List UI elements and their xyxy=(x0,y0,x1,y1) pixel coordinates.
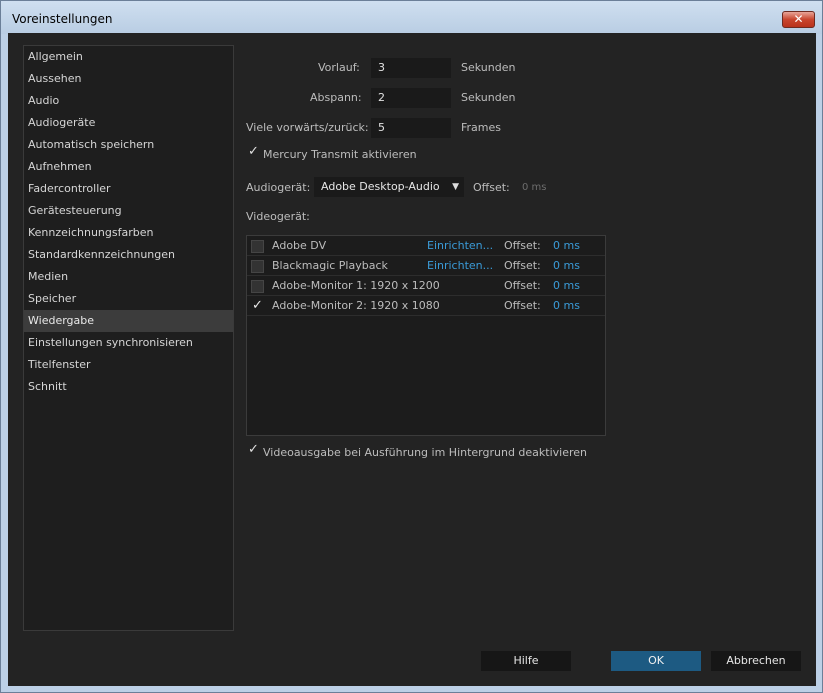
sidebar-item-fadercontroller[interactable]: Fadercontroller xyxy=(24,178,233,200)
sidebar-item-titelfenster[interactable]: Titelfenster xyxy=(24,354,233,376)
background-disable-label: Videoausgabe bei Ausführung im Hintergru… xyxy=(263,446,588,459)
preroll-unit: Sekunden xyxy=(461,61,516,74)
audio-device-label: Audiogerät: xyxy=(246,181,311,194)
video-device-list: Adobe DV Einrichten... Offset: 0 ms Blac… xyxy=(246,235,606,436)
postroll-unit: Sekunden xyxy=(461,91,516,104)
video-device-name: Adobe-Monitor 2: 1920 x 1080 xyxy=(272,299,440,312)
sidebar-item-kennzeichnungsfarben[interactable]: Kennzeichnungsfarben xyxy=(24,222,233,244)
audio-offset-label: Offset: xyxy=(473,181,510,194)
sidebar-item-audiogeraete[interactable]: Audiogeräte xyxy=(24,112,233,134)
offset-label: Offset: xyxy=(504,299,541,312)
list-item: Adobe-Monitor 1: 1920 x 1200 Offset: 0 m… xyxy=(247,276,605,296)
title-bar: Voreinstellungen ✕ xyxy=(1,1,822,34)
video-device-checkbox[interactable] xyxy=(251,240,264,253)
preroll-input[interactable]: 3 xyxy=(371,58,451,78)
preroll-label: Vorlauf: xyxy=(318,61,360,74)
step-unit: Frames xyxy=(461,121,502,134)
category-list: Allgemein Aussehen Audio Audiogeräte Aut… xyxy=(23,45,234,631)
audio-device-dropdown[interactable]: Adobe Desktop-Audio ▼ xyxy=(314,177,464,197)
sidebar-item-automatisch-speichern[interactable]: Automatisch speichern xyxy=(24,134,233,156)
video-device-checkbox[interactable] xyxy=(251,280,264,293)
list-item: Adobe DV Einrichten... Offset: 0 ms xyxy=(247,236,605,256)
sidebar-item-schnitt[interactable]: Schnitt xyxy=(24,376,233,398)
video-device-checkbox[interactable]: ✓ xyxy=(251,299,264,313)
mercury-transmit-checkbox[interactable]: ✓ xyxy=(247,145,260,159)
preferences-window: Voreinstellungen ✕ Allgemein Aussehen Au… xyxy=(0,0,823,693)
sidebar-item-speicher[interactable]: Speicher xyxy=(24,288,233,310)
step-input[interactable]: 5 xyxy=(371,118,451,138)
step-label: Viele vorwärts/zurück: xyxy=(246,121,369,134)
cancel-button[interactable]: Abbrechen xyxy=(711,651,801,671)
offset-value[interactable]: 0 ms xyxy=(553,279,580,292)
video-device-name: Adobe-Monitor 1: 1920 x 1200 xyxy=(272,279,440,292)
offset-value[interactable]: 0 ms xyxy=(553,299,580,312)
close-icon: ✕ xyxy=(793,12,804,26)
offset-label: Offset: xyxy=(504,279,541,292)
audio-offset-value: 0 ms xyxy=(522,182,547,193)
window-title: Voreinstellungen xyxy=(12,12,113,26)
offset-label: Offset: xyxy=(504,239,541,252)
list-item: Blackmagic Playback Einrichten... Offset… xyxy=(247,256,605,276)
video-device-label: Videogerät: xyxy=(246,210,310,223)
sidebar-item-audio[interactable]: Audio xyxy=(24,90,233,112)
sidebar-item-medien[interactable]: Medien xyxy=(24,266,233,288)
sidebar-item-allgemein[interactable]: Allgemein xyxy=(24,46,233,68)
sidebar-item-einstellungen-synchronisieren[interactable]: Einstellungen synchronisieren xyxy=(24,332,233,354)
video-device-checkbox[interactable] xyxy=(251,260,264,273)
audio-device-value: Adobe Desktop-Audio xyxy=(321,180,440,193)
setup-link[interactable]: Einrichten... xyxy=(427,239,493,252)
offset-value[interactable]: 0 ms xyxy=(553,239,580,252)
chevron-down-icon: ▼ xyxy=(452,182,459,192)
offset-value[interactable]: 0 ms xyxy=(553,259,580,272)
offset-label: Offset: xyxy=(504,259,541,272)
setup-link[interactable]: Einrichten... xyxy=(427,259,493,272)
dialog-content: Allgemein Aussehen Audio Audiogeräte Aut… xyxy=(8,33,816,686)
sidebar-item-aufnehmen[interactable]: Aufnehmen xyxy=(24,156,233,178)
sidebar-item-aussehen[interactable]: Aussehen xyxy=(24,68,233,90)
postroll-label: Abspann: xyxy=(310,91,362,104)
video-device-name: Blackmagic Playback xyxy=(272,259,388,272)
help-button[interactable]: Hilfe xyxy=(481,651,571,671)
postroll-input[interactable]: 2 xyxy=(371,88,451,108)
sidebar-item-geraetesteuerung[interactable]: Gerätesteuerung xyxy=(24,200,233,222)
video-device-name: Adobe DV xyxy=(272,239,327,252)
sidebar-item-standardkennzeichnungen[interactable]: Standardkennzeichnungen xyxy=(24,244,233,266)
close-button[interactable]: ✕ xyxy=(782,11,815,28)
list-item: ✓ Adobe-Monitor 2: 1920 x 1080 Offset: 0… xyxy=(247,296,605,316)
ok-button[interactable]: OK xyxy=(611,651,701,671)
mercury-transmit-label: Mercury Transmit aktivieren xyxy=(263,148,417,161)
background-disable-checkbox[interactable]: ✓ xyxy=(247,443,260,457)
sidebar-item-wiedergabe[interactable]: Wiedergabe xyxy=(24,310,233,332)
